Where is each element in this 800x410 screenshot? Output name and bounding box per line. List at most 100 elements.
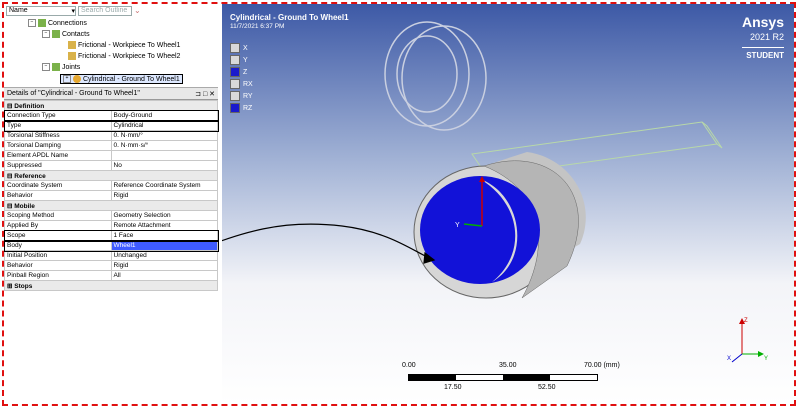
tree-label: Cylindrical - Ground To Wheel1 bbox=[83, 75, 180, 83]
table-row[interactable]: Behavior Rigid bbox=[4, 260, 218, 271]
table-row[interactable]: Torsional Stiffness 0. N·mm/° bbox=[4, 130, 218, 141]
group-label: Definition bbox=[14, 102, 45, 110]
tree-item-contact1[interactable]: Frictional - Workpiece To Wheel1 bbox=[68, 41, 180, 49]
table-row[interactable]: Connection Type Body-Ground bbox=[3, 109, 219, 122]
prop-value[interactable]: Unchanged bbox=[110, 250, 218, 261]
model-geometry[interactable]: Y Z Y X bbox=[222, 4, 794, 404]
collapse-icon[interactable]: − bbox=[42, 30, 50, 38]
wheel2-transparent bbox=[384, 21, 487, 131]
table-row[interactable]: Suppressed No bbox=[4, 160, 218, 171]
table-row[interactable]: Initial Position Unchanged bbox=[4, 250, 218, 261]
joints-icon bbox=[52, 63, 60, 71]
outline-tree: − Connections − Contacts Frictional - Wo… bbox=[4, 17, 218, 88]
prop-key: Suppressed bbox=[4, 160, 112, 171]
prop-key: Scoping Method bbox=[4, 210, 112, 221]
contact-icon bbox=[68, 52, 76, 60]
prop-value[interactable]: Remote Attachment bbox=[110, 220, 218, 231]
scale-graphic bbox=[408, 374, 598, 381]
search-outline-input[interactable]: Search Outline bbox=[78, 5, 132, 16]
prop-key: Body bbox=[4, 240, 112, 251]
prop-key: Scope bbox=[4, 230, 112, 241]
outline-toolbar: Name ▾ Search Outline ⌄ bbox=[4, 4, 218, 17]
details-table: ⊟ Definition Connection Type Body-Ground … bbox=[3, 100, 219, 291]
axis-triad: Z Y X bbox=[727, 318, 768, 363]
svg-text:Y: Y bbox=[764, 356, 768, 362]
tree-item-joint1[interactable]: + Cylindrical - Ground To Wheel1 bbox=[60, 74, 183, 84]
prop-key: Behavior bbox=[4, 190, 112, 201]
joint-icon bbox=[73, 75, 81, 83]
prop-key: Pinball Region bbox=[4, 270, 112, 281]
table-row[interactable]: Type Cylindrical bbox=[3, 119, 219, 132]
prop-key: Coordinate System bbox=[4, 180, 112, 191]
prop-key: Applied By bbox=[4, 220, 112, 231]
tree-label: Frictional - Workpiece To Wheel2 bbox=[78, 52, 181, 60]
prop-value[interactable]: Wheel1 bbox=[110, 240, 218, 251]
tree-item-contact2[interactable]: Frictional - Workpiece To Wheel2 bbox=[68, 52, 180, 60]
scale-label: 70.00 (mm) bbox=[584, 362, 620, 369]
scale-label: 52.50 bbox=[538, 384, 556, 391]
tree-label: Connections bbox=[48, 19, 87, 27]
group-label: Reference bbox=[14, 172, 46, 180]
scale-label: 35.00 bbox=[499, 362, 517, 369]
tree-item-contacts[interactable]: − Contacts bbox=[42, 30, 90, 38]
prop-value[interactable]: No bbox=[110, 160, 218, 171]
table-row[interactable]: Applied By Remote Attachment bbox=[4, 220, 218, 231]
tree-label: Joints bbox=[62, 63, 81, 71]
connections-icon bbox=[38, 19, 46, 27]
pin-icon[interactable]: ⊐ □ ✕ bbox=[195, 90, 215, 98]
prop-value[interactable]: Cylindrical bbox=[110, 120, 218, 131]
svg-text:Y: Y bbox=[455, 222, 460, 229]
svg-text:Z: Z bbox=[744, 318, 748, 324]
group-stops[interactable]: ⊞ Stops bbox=[4, 280, 218, 291]
prop-value[interactable] bbox=[110, 150, 218, 161]
group-mobile[interactable]: ⊟ Mobile bbox=[4, 200, 218, 211]
table-row[interactable]: Torsional Damping 0. N·mm·s/° bbox=[4, 140, 218, 151]
prop-value[interactable]: 0. N·mm·s/° bbox=[110, 140, 218, 151]
table-row[interactable]: Element APDL Name bbox=[4, 150, 218, 161]
collapse-icon[interactable]: − bbox=[42, 63, 50, 71]
prop-value[interactable]: Reference Coordinate System bbox=[110, 180, 218, 191]
table-row[interactable]: Scope 1 Face bbox=[3, 229, 219, 242]
filter-icon[interactable]: ⌄ bbox=[134, 6, 141, 15]
graphics-viewport[interactable]: Cylindrical - Ground To Wheel1 11/7/2021… bbox=[222, 4, 794, 404]
svg-text:X: X bbox=[727, 356, 731, 362]
tree-item-joints[interactable]: − Joints bbox=[42, 63, 80, 71]
prop-value[interactable]: All bbox=[110, 270, 218, 281]
prop-key: Torsional Damping bbox=[4, 140, 112, 151]
outline-panel: Name ▾ Search Outline ⌄ − Connections − … bbox=[3, 4, 219, 404]
name-dropdown-label: Name bbox=[9, 7, 28, 14]
scale-label: 17.50 bbox=[444, 384, 462, 391]
table-row[interactable]: Scoping Method Geometry Selection bbox=[4, 210, 218, 221]
prop-value[interactable]: 1 Face bbox=[110, 230, 218, 241]
group-definition[interactable]: ⊟ Definition bbox=[4, 100, 218, 111]
prop-key: Connection Type bbox=[4, 110, 112, 121]
details-header: Details of "Cylindrical - Ground To Whee… bbox=[4, 88, 218, 100]
tree-label: Frictional - Workpiece To Wheel1 bbox=[78, 41, 181, 49]
group-reference[interactable]: ⊟ Reference bbox=[4, 170, 218, 181]
prop-value[interactable]: 0. N·mm/° bbox=[110, 130, 218, 141]
scale-label: 0.00 bbox=[402, 362, 416, 369]
tree-item-connections[interactable]: − Connections bbox=[28, 19, 87, 27]
prop-value[interactable]: Body-Ground bbox=[110, 110, 218, 121]
table-row[interactable]: Behavior Rigid bbox=[4, 190, 218, 201]
tree-label: Contacts bbox=[62, 30, 90, 38]
scale-bar: 0.00 35.00 70.00 (mm) 17.50 52.50 bbox=[402, 362, 632, 402]
prop-value[interactable]: Rigid bbox=[110, 260, 218, 271]
chevron-down-icon: ▾ bbox=[71, 7, 75, 15]
prop-key: Torsional Stiffness bbox=[4, 130, 112, 141]
table-row[interactable]: Body Wheel1 bbox=[3, 239, 219, 252]
name-dropdown[interactable]: Name ▾ bbox=[6, 5, 76, 16]
group-label: Mobile bbox=[14, 202, 35, 210]
table-row[interactable]: Coordinate System Reference Coordinate Sy… bbox=[4, 180, 218, 191]
prop-key: Initial Position bbox=[4, 250, 112, 261]
table-row[interactable]: Pinball Region All bbox=[4, 270, 218, 281]
prop-value[interactable]: Rigid bbox=[110, 190, 218, 201]
expand-icon[interactable]: + bbox=[63, 75, 71, 83]
prop-key: Element APDL Name bbox=[4, 150, 112, 161]
prop-key: Behavior bbox=[4, 260, 112, 271]
contact-icon bbox=[68, 41, 76, 49]
annotation-arrow bbox=[222, 223, 436, 264]
prop-value[interactable]: Geometry Selection bbox=[110, 210, 218, 221]
collapse-icon[interactable]: − bbox=[28, 19, 36, 27]
prop-key: Type bbox=[4, 120, 112, 131]
